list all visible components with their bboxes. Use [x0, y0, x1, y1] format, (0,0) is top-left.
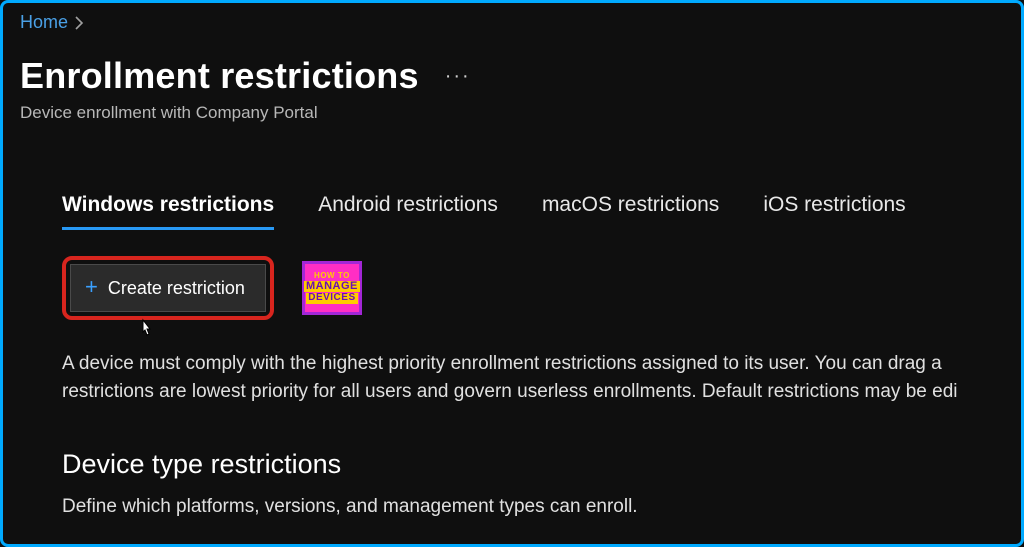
- section-title-device-type: Device type restrictions: [62, 449, 1004, 480]
- how-to-manage-devices-badge: HOW TO MANAGE DEVICES: [302, 261, 362, 315]
- tab-windows-restrictions[interactable]: Windows restrictions: [62, 193, 274, 230]
- section-desc-device-type: Define which platforms, versions, and ma…: [62, 496, 1004, 518]
- create-restriction-label: Create restriction: [108, 278, 245, 299]
- tab-android-restrictions[interactable]: Android restrictions: [318, 193, 498, 230]
- toolbar: + Create restriction HOW TO MANAGE DEVIC…: [62, 256, 1004, 320]
- page-title: Enrollment restrictions: [20, 55, 419, 97]
- page-content: Home Enrollment restrictions ··· Device …: [0, 0, 1024, 518]
- tab-ios-restrictions[interactable]: iOS restrictions: [763, 193, 905, 230]
- breadcrumb: Home: [20, 12, 1004, 33]
- restrictions-description: A device must comply with the highest pr…: [62, 350, 1004, 405]
- tab-macos-restrictions[interactable]: macOS restrictions: [542, 193, 719, 230]
- breadcrumb-home-link[interactable]: Home: [20, 12, 68, 33]
- tabs-bar: Windows restrictions Android restriction…: [62, 193, 1004, 230]
- chevron-right-icon: [74, 16, 84, 30]
- badge-line3: DEVICES: [306, 293, 357, 304]
- create-restriction-button[interactable]: + Create restriction: [70, 264, 266, 312]
- badge-line2: MANAGE: [304, 281, 360, 293]
- more-actions-button[interactable]: ···: [445, 65, 471, 88]
- page-title-row: Enrollment restrictions ···: [20, 55, 1004, 97]
- annotation-highlight-box: + Create restriction: [62, 256, 274, 320]
- page-subtitle: Device enrollment with Company Portal: [20, 103, 1004, 123]
- plus-icon: +: [85, 274, 98, 300]
